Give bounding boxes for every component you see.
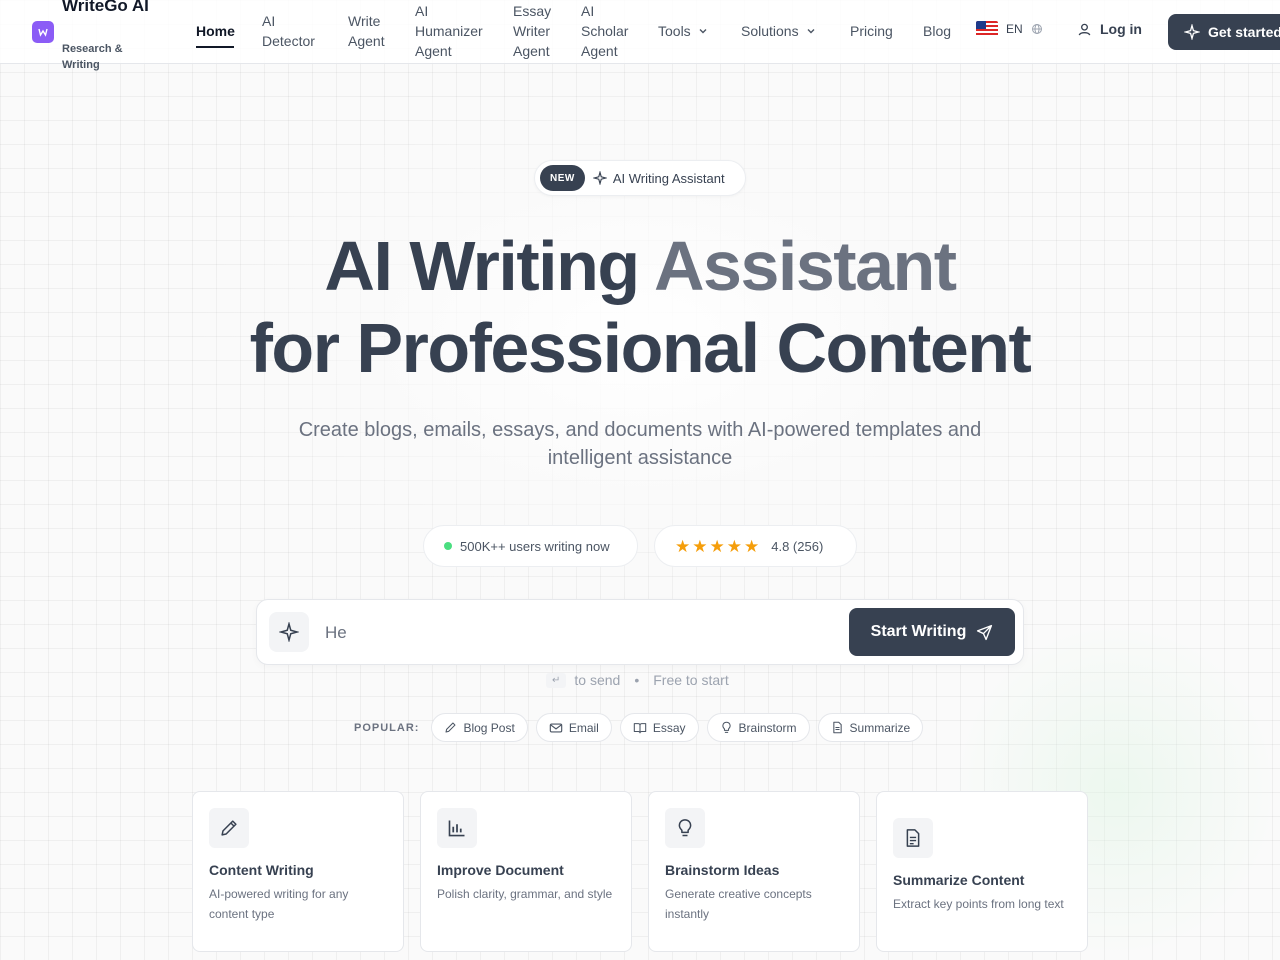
nav-blog[interactable]: Blog bbox=[923, 21, 951, 41]
brand-name[interactable]: WriteGo AI bbox=[62, 0, 152, 20]
document-icon bbox=[893, 818, 933, 858]
card-description: Extract key points from long text bbox=[893, 897, 1064, 911]
chevron-down-icon bbox=[807, 29, 815, 34]
chip-label: Email bbox=[568, 720, 599, 735]
pill-content: AI Writing Assistant bbox=[592, 170, 725, 186]
nav-write-agent[interactable]: Write Agent bbox=[348, 11, 398, 51]
star-icon: ★ bbox=[692, 536, 708, 556]
card-title: Content Writing bbox=[209, 862, 314, 878]
send-icon bbox=[977, 624, 993, 640]
chip-essay[interactable]: Essay bbox=[619, 713, 699, 742]
star-icon: ★ bbox=[709, 536, 725, 556]
chip-label: Essay bbox=[652, 720, 686, 735]
nav-ai-detector[interactable]: AI Detector bbox=[262, 11, 332, 51]
get-started-label: Get started bbox=[1208, 24, 1280, 40]
us-flag-icon bbox=[976, 21, 998, 37]
chevron-down-icon bbox=[699, 29, 707, 34]
sparkle-icon bbox=[269, 612, 309, 652]
nav-essay-writer-agent[interactable]: Essay Writer Agent bbox=[513, 1, 563, 61]
lightbulb-icon bbox=[665, 808, 705, 848]
popular-templates: POPULAR: Blog Post Email Essay Brainstor… bbox=[354, 713, 924, 742]
star-icon: ★ bbox=[726, 536, 742, 556]
users-count: 500K++ users writing now bbox=[460, 538, 610, 554]
star-icon: ★ bbox=[675, 536, 691, 556]
prompt-hint: ↵ to send • Free to start bbox=[546, 672, 729, 688]
pencil-icon bbox=[209, 808, 249, 848]
rating-value: 4.8 (256) bbox=[771, 538, 824, 554]
user-icon bbox=[1078, 23, 1091, 35]
logo-icon[interactable] bbox=[32, 21, 54, 43]
bar-chart-icon bbox=[437, 808, 477, 848]
hero-subtitle: Create blogs, emails, essays, and docume… bbox=[298, 419, 982, 469]
mail-icon bbox=[549, 722, 563, 733]
star-icon: ★ bbox=[744, 536, 760, 556]
nav-home[interactable]: Home bbox=[196, 21, 235, 41]
new-badge: NEW bbox=[540, 165, 585, 191]
enter-key-icon: ↵ bbox=[546, 672, 567, 688]
card-improve-document[interactable]: Improve Document Polish clarity, grammar… bbox=[420, 791, 632, 952]
globe-icon bbox=[1031, 24, 1042, 34]
language-selector[interactable]: EN bbox=[976, 21, 1043, 37]
prompt-box: Start Writing bbox=[256, 599, 1024, 665]
nav-tools-dropdown[interactable]: Tools bbox=[658, 21, 709, 41]
language-code: EN bbox=[1006, 22, 1023, 36]
login-label: Log in bbox=[1100, 21, 1142, 37]
card-brainstorm-ideas[interactable]: Brainstorm Ideas Generate creative conce… bbox=[648, 791, 860, 952]
card-title: Improve Document bbox=[437, 862, 564, 878]
start-writing-label: Start Writing bbox=[870, 623, 967, 640]
users-stat-pill: 500K++ users writing now bbox=[423, 525, 638, 567]
new-feature-pill[interactable]: NEW AI Writing Assistant bbox=[534, 160, 746, 196]
pencil-icon bbox=[445, 722, 456, 733]
login-button[interactable]: Log in bbox=[1077, 21, 1142, 37]
card-title: Brainstorm Ideas bbox=[665, 862, 780, 878]
start-writing-button[interactable]: Start Writing bbox=[849, 608, 1015, 656]
card-description: Polish clarity, grammar, and style bbox=[437, 887, 613, 901]
chip-brainstorm[interactable]: Brainstorm bbox=[706, 713, 810, 742]
chip-summarize[interactable]: Summarize bbox=[817, 713, 924, 742]
hint-send: to send bbox=[574, 672, 621, 688]
hero-title-part2: Assistant bbox=[653, 227, 957, 305]
hero-title-line1: AI Writing Assistant bbox=[140, 226, 1140, 306]
popular-label: POPULAR: bbox=[354, 721, 420, 734]
card-description: Generate creative concepts instantly bbox=[665, 887, 812, 921]
nav-pricing[interactable]: Pricing bbox=[850, 21, 893, 41]
nav-tools-label: Tools bbox=[658, 23, 691, 39]
card-description: AI-powered writing for any content type bbox=[209, 887, 349, 921]
card-summarize-content[interactable]: Summarize Content Extract key points fro… bbox=[876, 791, 1088, 952]
chip-label: Brainstorm bbox=[738, 720, 797, 735]
card-content-writing[interactable]: Content Writing AI-powered writing for a… bbox=[192, 791, 404, 952]
prompt-input[interactable] bbox=[325, 618, 825, 648]
rating-stat-pill: ★ ★ ★ ★ ★ 4.8 (256) bbox=[654, 525, 857, 567]
nav-active-indicator bbox=[196, 46, 234, 48]
nav-solutions-dropdown[interactable]: Solutions bbox=[741, 21, 817, 41]
hero-title-part1: AI Writing bbox=[324, 227, 640, 305]
chip-email[interactable]: Email bbox=[535, 713, 612, 742]
nav-ai-scholar-agent[interactable]: AI Scholar Agent bbox=[581, 1, 636, 61]
book-open-icon bbox=[633, 722, 647, 733]
lightbulb-icon bbox=[721, 721, 731, 733]
sparkle-icon bbox=[1184, 24, 1200, 40]
star-rating: ★ ★ ★ ★ ★ bbox=[675, 538, 759, 555]
pill-label: AI Writing Assistant bbox=[612, 170, 725, 186]
hint-free: Free to start bbox=[653, 672, 729, 688]
chip-label: Summarize bbox=[849, 720, 911, 735]
chip-blog-post[interactable]: Blog Post bbox=[431, 713, 528, 742]
online-dot bbox=[444, 542, 452, 550]
get-started-button[interactable]: Get started bbox=[1168, 14, 1280, 50]
sparkle-icon bbox=[592, 171, 607, 185]
hero-title-line2: for Professional Content bbox=[249, 309, 1032, 387]
nav-ai-humanizer-agent[interactable]: AI Humanizer Agent bbox=[415, 1, 495, 61]
chip-label: Blog Post bbox=[463, 720, 515, 735]
nav-solutions-label: Solutions bbox=[741, 23, 799, 39]
top-navbar: WriteGo AI Research & Writing Home AI De… bbox=[0, 0, 1280, 71]
document-icon bbox=[832, 721, 842, 734]
card-title: Summarize Content bbox=[893, 872, 1025, 888]
brand-tagline: Research & Writing bbox=[62, 43, 123, 71]
hint-separator: • bbox=[634, 672, 640, 688]
